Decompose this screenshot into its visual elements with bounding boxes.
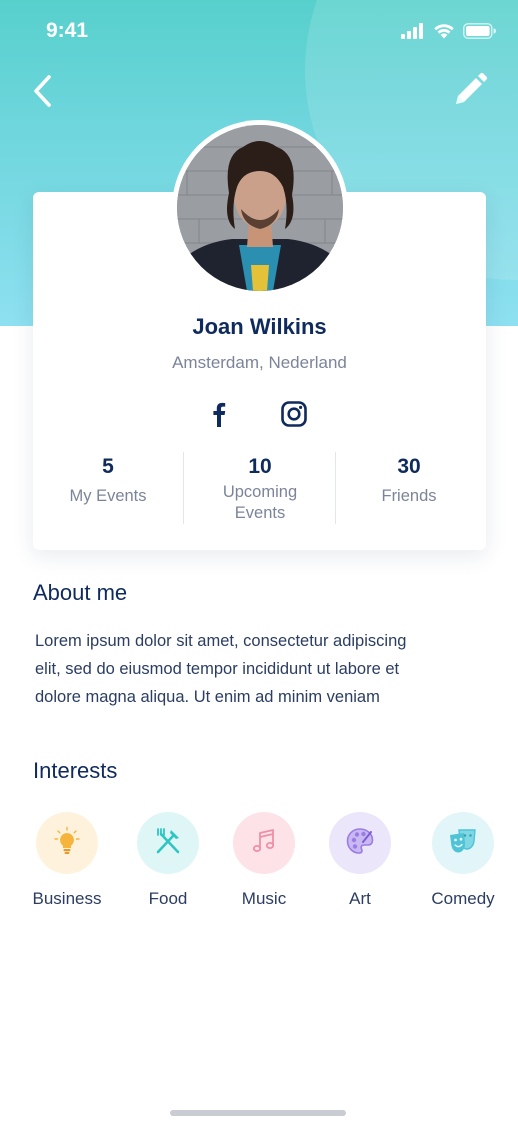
about-title: About me xyxy=(33,580,128,605)
stat-label: My Events xyxy=(69,487,147,505)
stat-friends[interactable]: 30 Friends xyxy=(334,452,484,507)
interest-label: Art xyxy=(349,889,371,908)
interest-label: Food xyxy=(148,889,188,908)
interest-icon-circle xyxy=(233,812,295,874)
stat-label: Friends xyxy=(381,487,437,505)
interest-label: Comedy xyxy=(431,889,495,908)
about-line: dolore magna aliqua. Ut enim ad minim ve… xyxy=(35,688,380,706)
interest-icon-circle xyxy=(432,812,494,874)
instagram-icon[interactable] xyxy=(280,400,308,428)
interest-comedy[interactable]: Comedy xyxy=(418,812,508,909)
interests-row: Business Food Music Art Comedy xyxy=(0,812,518,912)
profile-location: Amsterdam, Nederland xyxy=(172,353,347,372)
stat-value: 10 xyxy=(248,455,272,478)
back-button[interactable] xyxy=(28,72,62,110)
lightbulb-icon xyxy=(52,826,82,861)
stat-label-line: Events xyxy=(234,504,286,522)
interest-label: Music xyxy=(241,889,287,908)
battery-icon xyxy=(463,22,497,44)
interest-icon-circle xyxy=(137,812,199,874)
status-bar: 9:41 xyxy=(0,0,518,60)
stat-upcoming-events[interactable]: 10 Upcoming Events xyxy=(185,452,335,524)
about-text: Lorem ipsum dolor sit amet, consectetur … xyxy=(35,627,475,711)
stat-value: 5 xyxy=(102,455,114,478)
interest-food[interactable]: Food xyxy=(123,812,213,909)
status-time: 9:41 xyxy=(46,19,89,42)
home-indicator[interactable] xyxy=(170,1110,346,1116)
music-note-icon xyxy=(249,826,279,861)
stat-divider xyxy=(183,452,184,524)
stat-label-line: Upcoming xyxy=(222,483,298,501)
stat-value: 30 xyxy=(397,455,421,478)
interest-label: Business xyxy=(32,889,102,908)
fork-knife-icon xyxy=(153,826,183,861)
palette-icon xyxy=(345,826,375,861)
facebook-icon[interactable] xyxy=(205,400,233,428)
profile-name: Joan Wilkins xyxy=(192,314,327,339)
interests-title: Interests xyxy=(33,758,118,783)
interest-art[interactable]: Art xyxy=(315,812,405,909)
wifi-icon xyxy=(432,22,456,44)
status-icons xyxy=(401,22,497,44)
stats-row: 5 My Events 10 Upcoming Events 30 Friend… xyxy=(33,452,486,528)
chevron-left-icon xyxy=(28,75,62,114)
interest-icon-circle xyxy=(36,812,98,874)
about-line: Lorem ipsum dolor sit amet, consectetur … xyxy=(35,632,407,650)
avatar-ring xyxy=(172,120,348,296)
edit-button[interactable] xyxy=(452,72,488,108)
interest-icon-circle xyxy=(329,812,391,874)
about-line: elit, sed do eiusmod tempor incididunt u… xyxy=(35,660,400,678)
signal-icon xyxy=(401,22,425,44)
interest-music[interactable]: Music xyxy=(219,812,309,909)
stat-label: Upcoming Events xyxy=(185,482,335,524)
avatar[interactable] xyxy=(177,125,343,291)
interest-business[interactable]: Business xyxy=(22,812,112,909)
pencil-icon xyxy=(452,72,488,112)
theater-masks-icon xyxy=(447,826,479,861)
stat-my-events[interactable]: 5 My Events xyxy=(33,452,183,507)
social-links xyxy=(205,398,315,430)
